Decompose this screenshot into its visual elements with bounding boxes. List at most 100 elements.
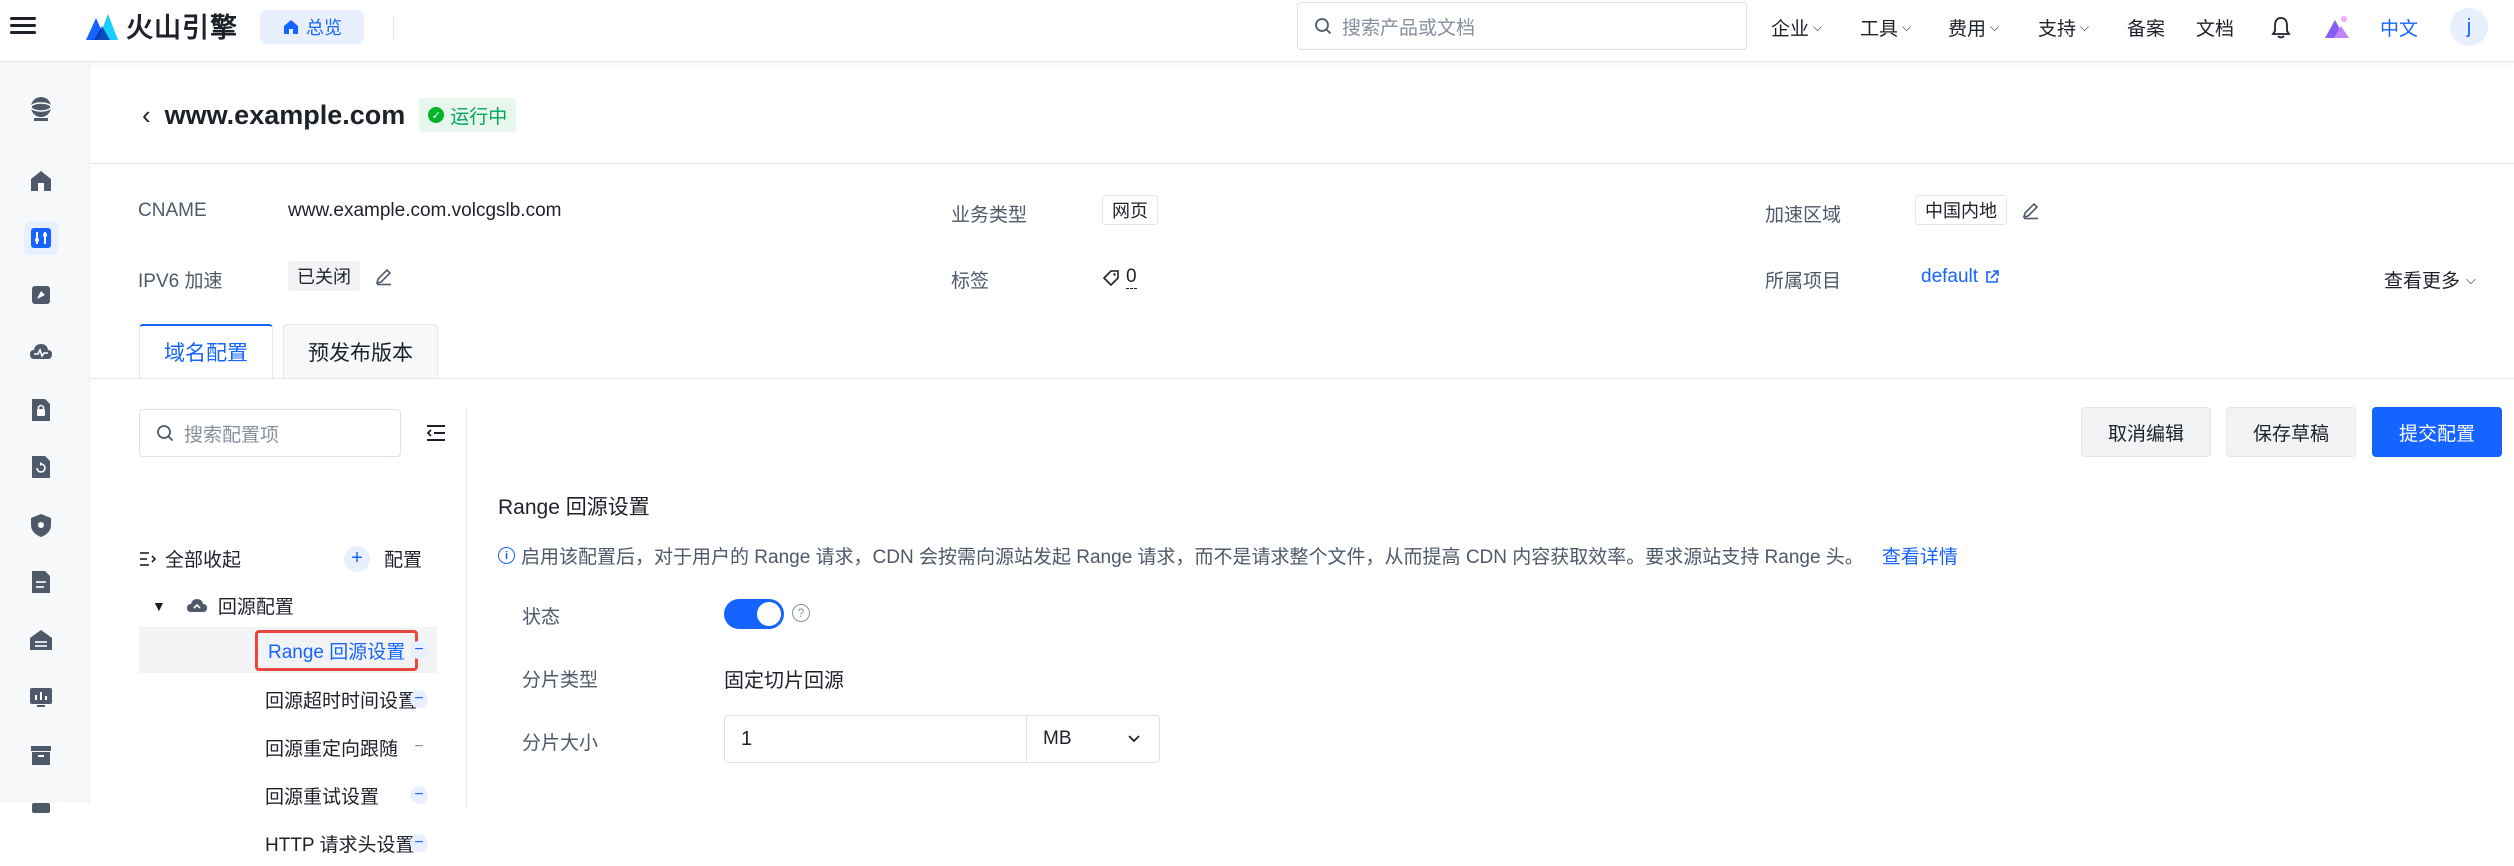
ipv6-label: IPV6 加速 — [138, 271, 223, 292]
back-arrow-icon[interactable]: ‹ — [142, 100, 151, 131]
status-text: 运行中 — [450, 106, 508, 128]
page-header: ‹ www.example.com ✓ 运行中 — [142, 98, 517, 132]
hint-text: 启用该配置后，对于用户的 Range 请求，CDN 会按需向源站发起 Range… — [521, 547, 1864, 568]
nav-tools[interactable]: 工具 ⌵ — [1860, 14, 1911, 41]
nav-docs[interactable]: 文档 — [2196, 14, 2234, 41]
remove-icon[interactable]: − — [410, 690, 428, 708]
archive-icon[interactable] — [24, 738, 58, 772]
tree-item-label: HTTP 请求头设置 — [265, 834, 415, 856]
origin-server-icon[interactable] — [24, 623, 58, 657]
remove-icon[interactable]: − — [410, 738, 428, 756]
nav-billing-label: 费用 — [1948, 19, 1987, 40]
bell-icon[interactable] — [2270, 16, 2292, 40]
nav-icp-label: 备案 — [2127, 19, 2166, 40]
search-icon — [157, 425, 174, 442]
top-bar: 火山引擎 总览 搜索产品或文档 企业 ⌵ 工具 ⌵ 费用 ⌵ 支持 ⌵ 备案 文档 中文… — [0, 0, 2514, 62]
nav-icp[interactable]: 备案 — [2127, 14, 2165, 41]
check-circle-icon: ✓ — [428, 107, 445, 123]
product-sidebar — [0, 62, 90, 813]
collapse-all-button[interactable]: 全部收起 — [139, 545, 241, 572]
plus-icon: + — [344, 545, 370, 572]
remove-icon[interactable]: − — [410, 786, 428, 804]
certificate-icon[interactable] — [24, 393, 58, 427]
tree-item-label: Range 回源设置 — [255, 629, 419, 671]
biz-type-chip: 网页 — [1102, 195, 1158, 225]
tree-item-origin-timeout[interactable]: 回源超时时间设置 — [139, 676, 437, 722]
biz-type-value: 网页 — [1102, 195, 1158, 225]
config-search-placeholder: 搜索配置项 — [184, 424, 280, 446]
cloud-upload-icon — [186, 598, 207, 612]
brand-logo[interactable]: 火山引擎 — [84, 8, 238, 43]
volcano-logo-icon — [86, 14, 118, 40]
project-link[interactable]: default — [1921, 266, 2000, 288]
tree-item-origin-redirect[interactable]: 回源重定向跟随 — [139, 724, 437, 770]
collapse-panel-icon[interactable] — [425, 423, 447, 443]
cname-label: CNAME — [138, 200, 207, 221]
slice-type-value: 固定切片回源 — [724, 670, 844, 692]
nav-docs-label: 文档 — [2196, 19, 2235, 40]
language-switch[interactable]: 中文 — [2380, 14, 2418, 41]
collapse-all-icon — [140, 551, 157, 566]
user-avatar[interactable]: j — [2450, 8, 2488, 46]
edit-ipv6-icon[interactable] — [374, 266, 394, 286]
refresh-icon[interactable] — [24, 450, 58, 484]
status-badge: ✓ 运行中 — [419, 98, 517, 132]
tree-group-label: 回源配置 — [217, 597, 294, 618]
save-draft-button[interactable]: 保存草稿 — [2226, 407, 2356, 457]
tree-item-label: 回源重试设置 — [265, 786, 380, 808]
view-more-toggle[interactable]: 查看更多 ⌵ — [2384, 266, 2476, 293]
nav-billing[interactable]: 费用 ⌵ — [1948, 14, 1999, 41]
tree-item-http-header[interactable]: HTTP 请求头设置 — [139, 820, 437, 866]
tabs-divider — [90, 378, 2514, 379]
add-config-button[interactable]: + 配置 — [344, 545, 422, 572]
tree-item-label: 回源超时时间设置 — [265, 690, 418, 712]
home-icon — [284, 20, 298, 34]
submit-config-button[interactable]: 提交配置 — [2372, 407, 2502, 457]
tree-item-origin-retry[interactable]: 回源重试设置 — [139, 772, 437, 818]
region-label: 加速区域 — [1765, 205, 1842, 226]
status-toggle[interactable] — [724, 599, 784, 629]
view-details-link[interactable]: 查看详情 — [1882, 542, 1958, 569]
section-title: Range 回源设置 — [498, 496, 650, 519]
tag-label: 标签 — [951, 271, 990, 292]
tag-value[interactable]: 0 — [1102, 266, 1137, 289]
overview-button[interactable]: 总览 — [260, 10, 364, 44]
chevron-down-icon: ⌵ — [2080, 20, 2090, 34]
statistics-icon[interactable] — [24, 680, 58, 714]
menu-icon[interactable] — [10, 14, 36, 40]
tree-item-range-origin[interactable]: Range 回源设置 — [139, 627, 437, 673]
header-divider — [90, 163, 2514, 164]
log-document-icon[interactable] — [24, 565, 58, 599]
config-search-input[interactable]: 搜索配置项 — [139, 409, 401, 457]
tree-group-origin[interactable]: ▼ 回源配置 — [152, 592, 294, 619]
more-nav-icon[interactable] — [24, 790, 58, 824]
slice-unit-value: MB — [1043, 728, 1072, 749]
ipv6-value: 已关闭 — [288, 261, 394, 291]
tab-domain-config[interactable]: 域名配置 — [139, 324, 273, 378]
nav-support[interactable]: 支持 ⌵ — [2038, 14, 2089, 41]
ipv6-chip: 已关闭 — [288, 261, 360, 291]
slice-unit-select[interactable]: MB — [1026, 715, 1160, 763]
slice-size-input[interactable]: 1 — [724, 715, 1026, 763]
monitoring-icon[interactable] — [24, 336, 58, 370]
cdn-product-icon[interactable] — [24, 92, 58, 126]
security-shield-icon[interactable] — [24, 508, 58, 542]
overview-nav-icon[interactable] — [24, 164, 58, 198]
remove-icon[interactable]: − — [410, 641, 428, 659]
tab-pre-release[interactable]: 预发布版本 — [283, 324, 438, 378]
global-search-input[interactable]: 搜索产品或文档 — [1297, 2, 1747, 50]
domain-management-icon[interactable] — [24, 221, 58, 255]
hint-text-row: i 启用该配置后，对于用户的 Range 请求，CDN 会按需向源站发起 Ran… — [498, 542, 1958, 569]
nav-enterprise[interactable]: 企业 ⌵ — [1771, 14, 1822, 41]
chevron-down-icon: ⌵ — [1813, 20, 1823, 34]
collapse-all-label: 全部收起 — [165, 550, 242, 571]
help-icon[interactable]: ? — [792, 604, 810, 622]
rocket-icon[interactable] — [24, 278, 58, 312]
tag-count: 0 — [1126, 266, 1137, 289]
chevron-down-icon: ⌵ — [1990, 20, 2000, 34]
edit-region-icon[interactable] — [2021, 200, 2041, 220]
remove-icon[interactable]: − — [410, 834, 428, 852]
toggle-knob — [757, 602, 781, 626]
cancel-edit-button[interactable]: 取消编辑 — [2081, 407, 2211, 457]
ai-assistant-icon[interactable] — [2322, 12, 2352, 42]
